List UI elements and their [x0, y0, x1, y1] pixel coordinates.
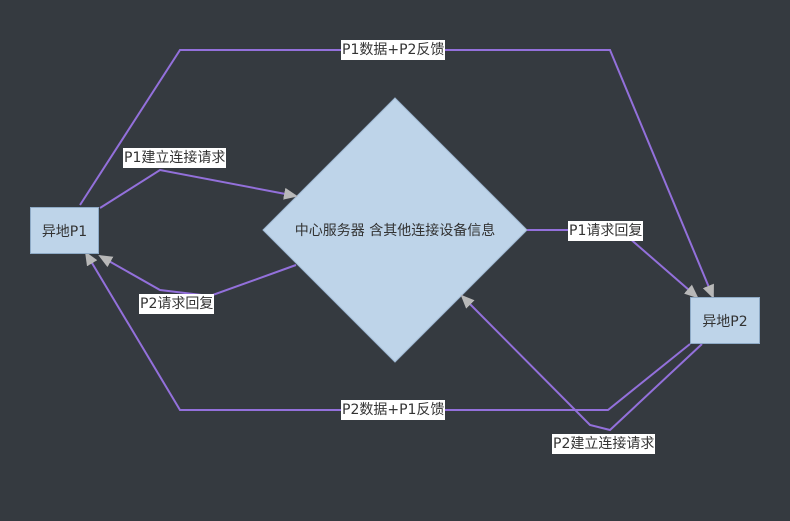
edge-label-p2-to-p1-bottom: P2数据+P1反馈 — [341, 400, 446, 420]
edge-label-p1-request-reply: P1请求回复 — [568, 221, 644, 241]
node-p2-label: 异地P2 — [702, 313, 748, 330]
edge-p1-connect-request — [99, 168, 298, 209]
diagram-edges — [79, 49, 714, 432]
edge-label-p2-request-reply: P2请求回复 — [139, 294, 215, 314]
node-server-label: 中心服务器 含其他连接设备信息 — [294, 223, 496, 239]
node-p2[interactable]: 异地P2 — [690, 297, 760, 344]
edge-label-p2-connect-request: P2建立连接请求 — [552, 434, 656, 454]
node-p1[interactable]: 异地P1 — [30, 207, 99, 254]
edge-p2-request-reply — [98, 255, 297, 298]
edge-label-p1-to-p2-top: P1数据+P2反馈 — [341, 40, 446, 60]
edge-label-p1-connect-request: P1建立连接请求 — [123, 148, 227, 168]
diagram-canvas: 异地P1 异地P2 中心服务器 含其他连接设备信息 P1数据+P2反馈 P2数据… — [0, 0, 790, 521]
node-p1-label: 异地P1 — [41, 223, 88, 240]
